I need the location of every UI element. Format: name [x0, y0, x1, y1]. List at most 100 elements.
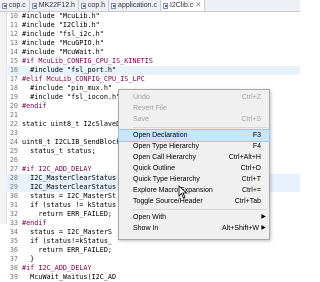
c-file-icon	[2, 2, 7, 9]
editor-tab-bar: cop.c MK22F12.h cop.h application.c I2Cl…	[0, 0, 300, 12]
code-text: status = I2C_MasterSt	[22, 192, 117, 200]
code-text: if (status!=kStatus_	[22, 237, 113, 245]
code-text: return ERR_FAILED;	[22, 210, 113, 218]
code-text: #include "McuWait.h"	[22, 48, 104, 56]
menu-item-shortcut: Ctrl+Z	[241, 94, 261, 101]
menu-item-label: Show In	[133, 225, 159, 232]
line-number: 16	[9, 66, 18, 74]
line-number: 10	[9, 12, 18, 20]
menu-item-label: Save	[133, 116, 149, 123]
code-line: 11 #include "I2Clib.h"	[6, 21, 300, 30]
menu-item-open-type-hierarchy[interactable]: Open Type Hierarchy F4	[119, 141, 269, 152]
menu-item-shortcut: Ctrl+=	[241, 187, 261, 194]
line-number: 17	[9, 75, 18, 83]
menu-item-open-with[interactable]: Open With ▶	[119, 212, 269, 223]
code-text: if (status != kStatus	[22, 201, 117, 209]
code-line: 38 #if I2C_ADD_DELAY	[6, 264, 300, 273]
code-text: status_t status;	[22, 147, 96, 155]
tab-i2clib-c[interactable]: I2Clib.c ✕	[160, 0, 206, 11]
code-line: 17 #elif McuLib_CONFIG_CPU_IS_LPC	[6, 75, 300, 84]
line-number: 39	[9, 273, 18, 281]
menu-item-label: Revert File	[133, 105, 167, 112]
menu-item-toggle-source-header[interactable]: Toggle Source/Header Ctrl+Tab	[119, 196, 269, 207]
line-number: 19	[9, 93, 18, 101]
code-text: }	[22, 255, 35, 263]
line-number: 28	[9, 174, 18, 182]
menu-item-open-call-hierarchy[interactable]: Open Call Hierarchy Ctrl+Alt+H	[119, 152, 269, 163]
code-text: #if I2C_ADD_DELAY	[22, 264, 92, 272]
line-number: 14	[9, 48, 18, 56]
line-number: 21	[9, 111, 18, 119]
tab-cop-h[interactable]: cop.h	[79, 0, 110, 11]
code-text: #include "I2Clib.h"	[22, 21, 100, 29]
mouse-pointer-icon	[178, 185, 188, 199]
menu-item-shortcut: Ctrl+Alt+H	[228, 154, 261, 161]
menu-item-explore-macro-expansion[interactable]: Explore Macro Expansion Ctrl+=	[119, 185, 269, 196]
line-number: 32	[9, 210, 18, 218]
menu-item-shortcut: Alt+Shift+W	[222, 225, 259, 232]
menu-item-label: Undo	[133, 94, 150, 101]
c-file-icon	[162, 2, 168, 9]
submenu-arrow-icon: ▶	[261, 214, 266, 220]
code-line: 16 #include "fsl_port.h"	[6, 66, 300, 75]
code-text: #include "McuGPIO.h"	[22, 39, 104, 47]
code-text: I2C_MasterClearStatus	[22, 174, 117, 182]
c-file-icon	[111, 2, 117, 9]
menu-item-shortcut: F3	[252, 132, 261, 139]
code-text: #if I2C_ADD_DELAY	[22, 165, 92, 173]
code-text: #include "McuLib.h"	[22, 12, 100, 20]
menu-item-label: Toggle Source/Header	[133, 198, 203, 205]
line-number: 36	[9, 246, 18, 254]
menu-item-label: Open Call Hierarchy	[133, 154, 197, 161]
menu-item-shortcut: Ctrl+S	[241, 116, 261, 123]
tab-label: I2Clib.c	[169, 2, 194, 9]
code-editor[interactable]: 10 #include "McuLib.h" 11 #include "I2Clib.…	[0, 12, 300, 281]
menu-item-open-declaration[interactable]: Open Declaration F3	[118, 129, 270, 142]
menu-item-show-in[interactable]: Show In Alt+Shift+W ▶	[119, 223, 269, 234]
menu-item-quick-outline[interactable]: Quick Outline Ctrl+O	[119, 163, 269, 174]
menu-item-revert-file[interactable]: Revert File	[119, 103, 269, 114]
tab-label: application.c	[118, 2, 157, 9]
code-line: 10 #include "McuLib.h"	[6, 12, 300, 21]
code-line: 12 #include "fsl_i2c.h"	[6, 30, 300, 39]
code-text: status = I2C_MasterS	[22, 228, 113, 236]
context-menu: Undo Ctrl+Z Revert File Save Ctrl+S Open Decl…	[118, 89, 270, 240]
line-number: 13	[9, 39, 18, 47]
tab-mk22f12-h[interactable]: MK22F12.h	[30, 0, 79, 11]
menu-separator	[133, 209, 267, 210]
code-text: McuWait_Waitus(I2C_AD	[22, 273, 117, 281]
code-line: 14 #include "McuWait.h"	[6, 48, 300, 57]
menu-item-label: Quick Outline	[133, 165, 176, 172]
tab-application-c[interactable]: application.c	[109, 0, 161, 11]
code-text: #if McuLib_CONFIG_CPU_IS_KINETIS	[22, 57, 153, 65]
line-number: 18	[9, 84, 18, 92]
line-number: 23	[9, 129, 18, 137]
close-icon[interactable]: ✕	[195, 0, 201, 11]
line-number: 33	[9, 219, 18, 227]
h-file-icon	[31, 2, 37, 9]
line-number: 11	[9, 21, 18, 29]
menu-item-shortcut: Ctrl+T	[241, 176, 261, 183]
code-text: #elif McuLib_CONFIG_CPU_IS_LPC	[22, 75, 145, 83]
tab-cop-c[interactable]: cop.c	[0, 0, 30, 11]
line-number: 25	[9, 147, 18, 155]
menu-item-quick-type-hierarchy[interactable]: Quick Type Hierarchy Ctrl+T	[119, 174, 269, 185]
line-number: 20	[9, 102, 18, 110]
line-number: 30	[9, 192, 18, 200]
code-text: #endif	[22, 219, 47, 227]
tab-label: cop.h	[87, 2, 106, 9]
line-number: 22	[9, 120, 18, 128]
menu-item-save[interactable]: Save Ctrl+S	[119, 114, 269, 125]
submenu-arrow-icon: ▶	[261, 225, 266, 231]
menu-item-label: Explore Macro Expansion	[133, 187, 213, 194]
line-number: 35	[9, 237, 18, 245]
code-text: #endif	[22, 102, 47, 110]
tab-label: cop.c	[9, 2, 26, 9]
line-number: 31	[9, 201, 18, 209]
line-number: 26	[9, 156, 18, 164]
menu-item-shortcut: Ctrl+Tab	[234, 198, 261, 205]
h-file-icon	[80, 2, 86, 9]
line-number: 12	[9, 30, 18, 38]
menu-item-undo[interactable]: Undo Ctrl+Z	[119, 92, 269, 103]
code-line: 39 McuWait_Waitus(I2C_AD	[6, 273, 300, 282]
